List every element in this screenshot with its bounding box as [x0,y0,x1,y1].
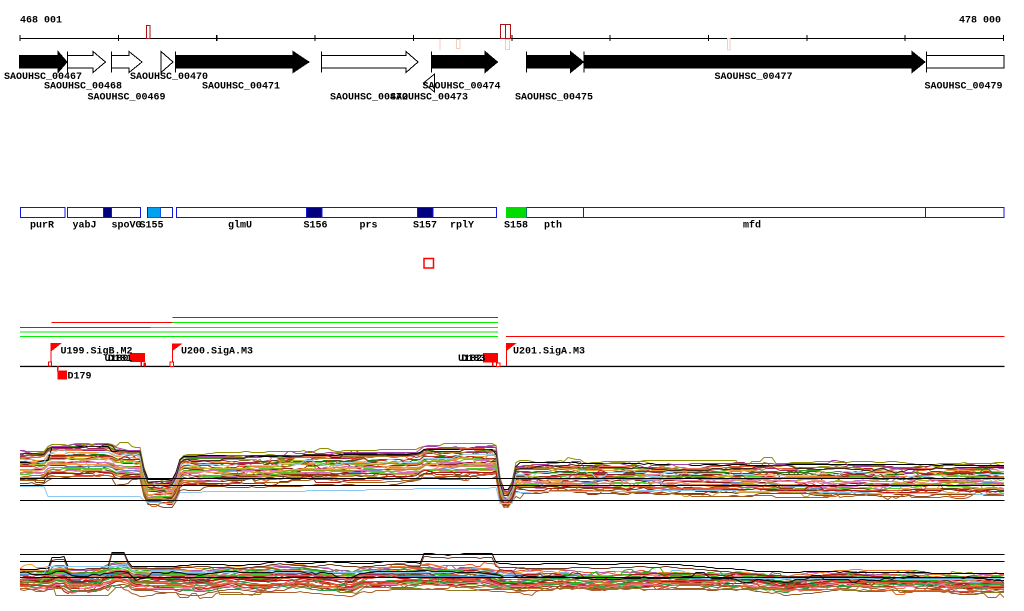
svg-text:S155: S155 [140,221,164,232]
svg-text:purR: purR [30,221,54,232]
svg-text:U200.SigA.M3: U200.SigA.M3 [181,346,253,358]
svg-text:SAOUHSC_00470: SAOUHSC_00470 [130,72,208,83]
svg-text:yabJ: yabJ [73,220,97,232]
svg-text:U201.SigA.M3: U201.SigA.M3 [513,346,585,358]
svg-text:SAOUHSC_00477: SAOUHSC_00477 [715,72,793,83]
svg-text:S158: S158 [504,221,528,232]
svg-text:SAOUHSC_00469: SAOUHSC_00469 [88,92,166,103]
svg-text:SAOUHSC_00479: SAOUHSC_00479 [925,82,1003,93]
svg-text:D183: D183 [462,354,486,365]
svg-text:D179: D179 [68,372,92,383]
svg-text:spoVG: spoVG [112,221,142,232]
svg-text:pth: pth [544,220,562,232]
svg-text:rplY: rplY [450,220,474,232]
svg-text:S157: S157 [413,221,437,232]
svg-text:S156: S156 [304,221,328,232]
svg-text:glmU: glmU [228,220,252,232]
svg-text:SAOUHSC_00474: SAOUHSC_00474 [423,82,501,93]
svg-text:SAOUHSC_00473: SAOUHSC_00473 [390,92,468,103]
svg-text:468 001: 468 001 [20,15,62,26]
svg-text:SAOUHSC_00468: SAOUHSC_00468 [44,82,122,93]
svg-text:478 000: 478 000 [959,15,1001,26]
svg-text:D181: D181 [108,354,132,365]
svg-text:SAOUHSC_00475: SAOUHSC_00475 [515,92,593,103]
svg-text:SAOUHSC_00471: SAOUHSC_00471 [202,82,280,93]
svg-text:prs: prs [360,221,378,232]
svg-text:mfd: mfd [743,220,761,232]
